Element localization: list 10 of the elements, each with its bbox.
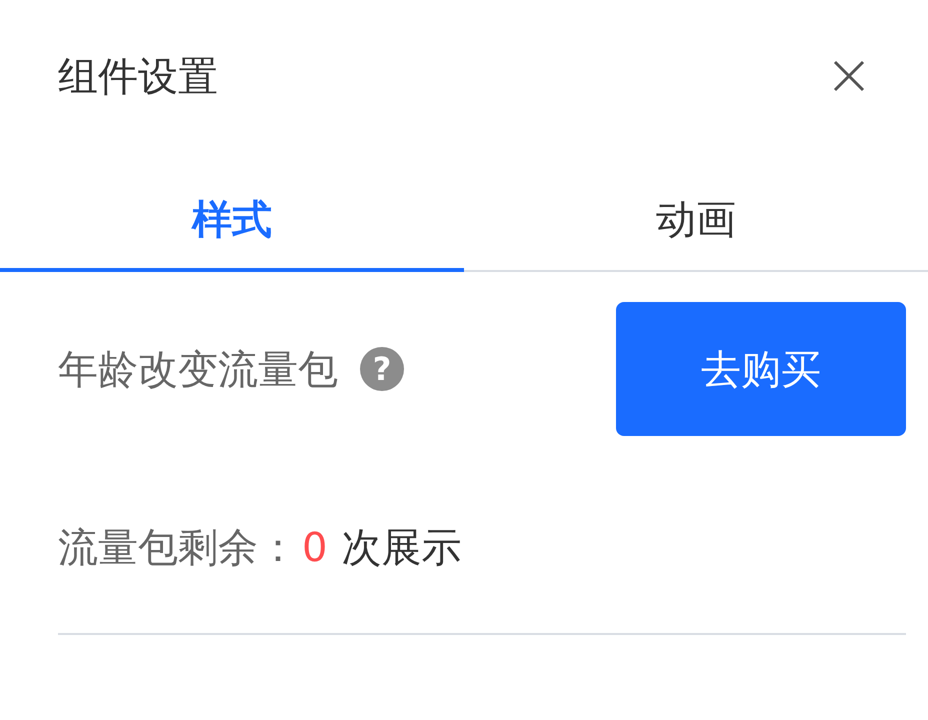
close-icon[interactable] <box>832 59 866 93</box>
tab[interactable]: 样式 <box>0 170 464 272</box>
tab[interactable]: 动画 <box>464 170 928 272</box>
remaining-label: 流量包剩余： <box>58 524 298 573</box>
remaining-count: 0 <box>302 524 328 570</box>
help-icon[interactable]: ? <box>360 347 404 391</box>
panel-title: 组件设置 <box>58 52 218 102</box>
remaining-unit: 次展示 <box>341 524 462 573</box>
pack-label: 年龄改变流量包 <box>58 346 338 394</box>
buy-button[interactable]: 去购买 <box>616 302 906 436</box>
